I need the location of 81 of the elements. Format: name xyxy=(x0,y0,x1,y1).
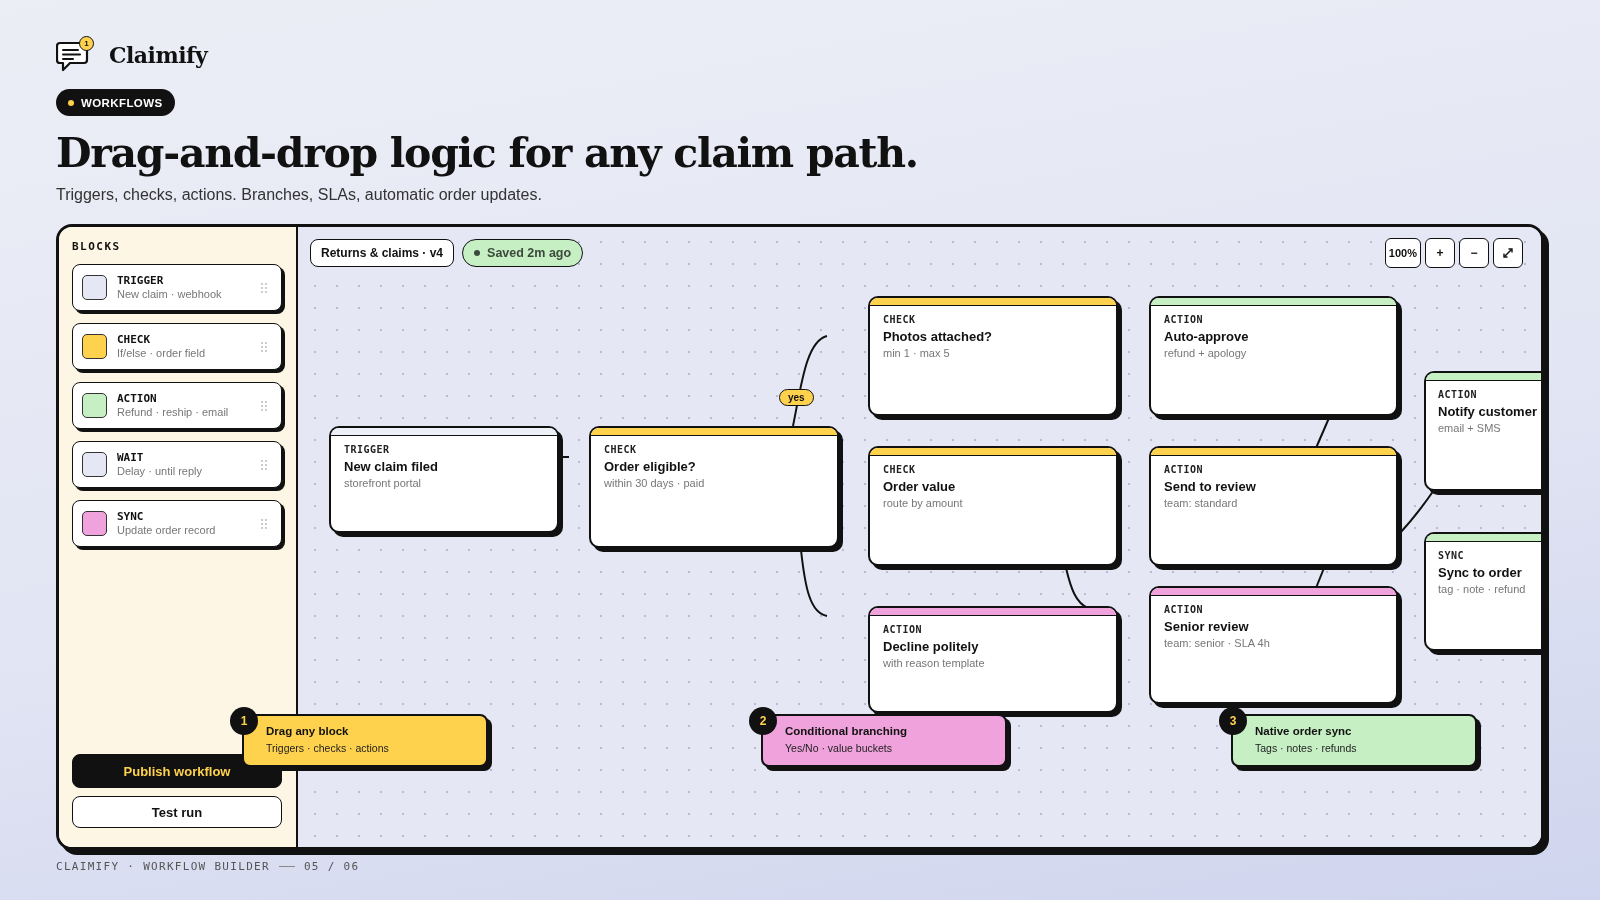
node-type: ACTION xyxy=(883,623,924,636)
headline: Drag-and-drop logic for any claim path. xyxy=(56,128,919,179)
node-type: CHECK xyxy=(604,443,638,456)
connector-line xyxy=(800,549,828,617)
fit-view-button[interactable] xyxy=(1493,238,1523,268)
drag-handle-icon[interactable] xyxy=(261,341,267,352)
node-title: Sync to order xyxy=(1438,565,1523,581)
node-title: Order eligible? xyxy=(604,459,697,475)
node-description: route by amount xyxy=(883,496,964,510)
connector-line xyxy=(1315,417,1330,449)
node-type: ACTION xyxy=(1438,388,1479,401)
node-description: min 1 · max 5 xyxy=(883,346,951,360)
node-description: with reason template xyxy=(883,656,986,670)
node-type: CHECK xyxy=(883,313,917,326)
node-description: tag · note · refund xyxy=(1438,582,1527,596)
block-name: SYNC xyxy=(117,510,145,523)
callout-title: Drag any block xyxy=(266,724,350,739)
node-type: CHECK xyxy=(883,463,917,476)
node-description: refund + apology xyxy=(1164,346,1248,360)
node-description: team: senior · SLA 4h xyxy=(1164,636,1271,650)
node-title: Auto-approve xyxy=(1164,329,1250,345)
block-item[interactable]: TRIGGER New claim · webhook xyxy=(72,264,282,311)
block-item[interactable]: CHECK If/else · order field xyxy=(72,323,282,370)
callout-title: Conditional branching xyxy=(785,724,909,739)
expand-icon xyxy=(1503,248,1513,258)
node-title: Send to review xyxy=(1164,479,1257,495)
node-type: TRIGGER xyxy=(344,443,391,456)
subheadline: Triggers, checks, actions. Branches, SLAs, automatic order updates. xyxy=(56,185,543,205)
node-type: SYNC xyxy=(1438,549,1466,562)
block-item[interactable]: WAIT Delay · until reply xyxy=(72,441,282,488)
drag-handle-icon[interactable] xyxy=(261,282,267,293)
node-title: Order value xyxy=(883,479,957,495)
drag-handle-icon[interactable] xyxy=(261,459,267,470)
connector-line xyxy=(1315,567,1325,589)
save-status-label: Saved 2m ago xyxy=(487,246,572,260)
node-description: storefront portal xyxy=(344,476,423,490)
node-title: Photos attached? xyxy=(883,329,994,345)
node-type: ACTION xyxy=(1164,603,1205,616)
block-description: If/else · order field xyxy=(117,346,207,360)
block-description: New claim · webhook xyxy=(117,287,223,301)
brand-name: Claimify xyxy=(109,42,208,68)
footer-caption: CLAIMIFY · WORKFLOW BUILDER xyxy=(56,860,270,873)
block-name: TRIGGER xyxy=(117,274,165,287)
block-name: WAIT xyxy=(117,451,145,464)
node-type: ACTION xyxy=(1164,313,1205,326)
node-title: New claim filed xyxy=(344,459,439,475)
block-name: CHECK xyxy=(117,333,152,346)
workflow-name-button[interactable]: Returns & claims · v4 xyxy=(310,239,455,267)
callout-description: Triggers · checks · actions xyxy=(266,741,390,755)
test-run-button[interactable]: Test run xyxy=(72,796,282,828)
block-description: Update order record xyxy=(117,523,217,537)
publish-button[interactable]: Publish workflow xyxy=(72,754,282,788)
node-description: email + SMS xyxy=(1438,421,1502,435)
callout-description: Yes/No · value buckets xyxy=(785,741,893,755)
zoom-out-button[interactable]: − xyxy=(1459,238,1489,268)
dot-icon xyxy=(68,99,74,106)
block-description: Refund · reship · email xyxy=(117,405,230,419)
block-item[interactable]: SYNC Update order record xyxy=(72,500,282,547)
section-tag-label: WORKFLOWS xyxy=(81,96,163,109)
block-item[interactable]: ACTION Refund · reship · email xyxy=(72,382,282,429)
node-description: within 30 days · paid xyxy=(604,476,706,490)
notification-badge: 1 xyxy=(79,36,94,51)
zoom-in-button[interactable]: + xyxy=(1425,238,1455,268)
node-description: team: standard xyxy=(1164,496,1239,510)
status-dot-icon xyxy=(474,250,481,256)
branch-label: yes xyxy=(779,389,814,406)
page-number: 05 / 06 xyxy=(303,860,360,873)
node-title: Notify customer xyxy=(1438,404,1538,420)
drag-handle-icon[interactable] xyxy=(261,400,267,411)
block-name: ACTION xyxy=(117,392,158,405)
callout-title: Native order sync xyxy=(1255,724,1353,739)
drag-handle-icon[interactable] xyxy=(261,518,267,529)
chat-bubble-icon xyxy=(56,40,90,72)
connector-line xyxy=(1065,567,1089,609)
node-type: ACTION xyxy=(1164,463,1205,476)
zoom-level-button[interactable]: 100% xyxy=(1384,238,1421,268)
callout-description: Tags · notes · refunds xyxy=(1255,741,1358,755)
node-title: Senior review xyxy=(1164,619,1250,635)
sidebar-heading: BLOCKS xyxy=(72,240,122,254)
node-title: Decline politely xyxy=(883,639,980,655)
block-description: Delay · until reply xyxy=(117,464,203,478)
